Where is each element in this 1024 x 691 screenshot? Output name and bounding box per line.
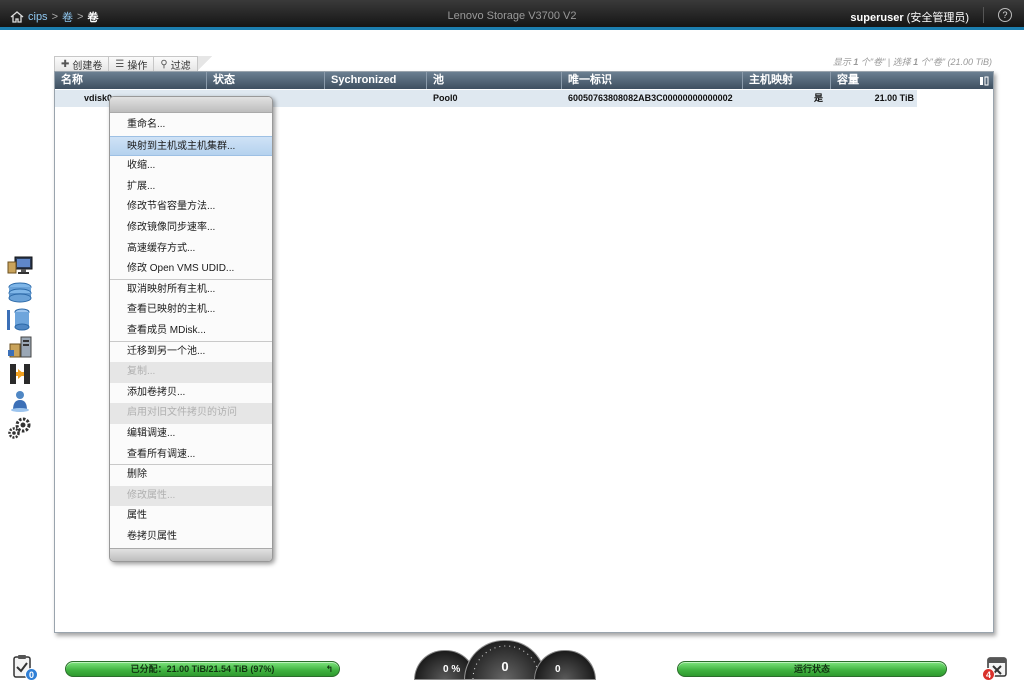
context-menu-item[interactable]: 查看已映射的主机... — [110, 300, 272, 321]
copy-services-icon[interactable] — [5, 362, 35, 386]
search-icon: ⚲ — [160, 58, 168, 70]
allocation-status-bar[interactable]: 已分配：21.00 TiB/21.54 TiB (97%) ↰ — [65, 661, 340, 677]
column-header-name[interactable]: 名称 — [55, 72, 207, 89]
column-header-synchronized[interactable]: Sychronized — [325, 72, 427, 89]
health-text: 运行状态 — [793, 664, 830, 674]
context-menu-item: 修改属性... — [110, 485, 272, 507]
monitoring-icon[interactable] — [5, 254, 35, 278]
settings-icon[interactable] — [5, 416, 35, 440]
grid-toolbar: ✚ 创建卷 ☰ 操作 ⚲ 过滤 — [54, 56, 212, 72]
list-icon: ☰ — [115, 58, 125, 70]
health-status-bar[interactable]: 运行状态 — [677, 661, 947, 677]
sidebar — [5, 254, 37, 443]
context-menu-item[interactable]: 扩展... — [110, 177, 272, 198]
cell-capacity: 21.00 TiB — [874, 93, 914, 103]
context-menu-item[interactable]: 添加卷拷贝... — [110, 383, 272, 404]
column-header-uid[interactable]: 唯一标识 — [562, 72, 743, 89]
context-menu-item[interactable]: 修改 Open VMS UDID... — [110, 259, 272, 280]
context-menu-item[interactable]: 修改节省容量方法... — [110, 197, 272, 218]
context-menu-item[interactable]: 迁移到另一个池... — [110, 342, 272, 363]
context-menu-item[interactable]: 属性 — [110, 506, 272, 527]
context-menu-item[interactable]: 编辑调速... — [110, 424, 272, 445]
filter-label: 过滤 — [170, 60, 191, 72]
bandwidth-value: 0 % — [443, 664, 461, 675]
cell-host-mapping: 是 — [813, 93, 823, 103]
divider — [983, 7, 984, 23]
context-menu-item[interactable]: 卷拷贝属性 — [110, 527, 272, 548]
allocation-threshold-icon: ↰ — [325, 664, 333, 674]
context-menu-item[interactable]: 重命名... — [110, 115, 272, 136]
column-picker-icon[interactable] — [975, 72, 993, 89]
user-name: superuser — [850, 12, 904, 24]
context-menu-item[interactable]: 查看成员 MDisk... — [110, 321, 272, 342]
context-menu-item[interactable]: 修改镜像同步速率... — [110, 218, 272, 239]
top-bar: cips > 卷 > 卷 Lenovo Storage V3700 V2 sup… — [0, 0, 1024, 30]
hosts-icon[interactable] — [5, 335, 35, 359]
context-menu-bottom — [110, 548, 272, 561]
actions-button[interactable]: ☰ 操作 — [109, 56, 155, 72]
column-header-pool[interactable]: 池 — [427, 72, 562, 89]
context-menu-item[interactable]: 查看所有调速... — [110, 445, 272, 466]
help-icon[interactable]: ? — [998, 8, 1012, 22]
column-header-capacity[interactable]: 容量 — [831, 72, 975, 89]
status-bar: 0 已分配：21.00 TiB/21.54 TiB (97%) ↰ 0 % 0 … — [0, 640, 1024, 691]
cell-pool: Pool0 — [433, 93, 458, 103]
events-count-badge: 4 — [982, 668, 995, 681]
context-menu-item[interactable]: 收缩... — [110, 156, 272, 177]
context-menu-item[interactable]: 高速缓存方式... — [110, 239, 272, 260]
context-menu-item: 启用对旧文件拷贝的访问 — [110, 403, 272, 424]
volumes-icon[interactable] — [5, 308, 35, 332]
iops-value: 0 — [501, 659, 509, 674]
actions-label: 操作 — [127, 60, 148, 72]
context-menu-item[interactable]: 映射到主机或主机集群... — [110, 135, 272, 157]
context-menu-item[interactable]: 删除 — [110, 465, 272, 486]
allocation-text: 已分配：21.00 TiB/21.54 TiB (97%) — [130, 664, 275, 674]
column-header-host-mapping[interactable]: 主机映射 — [743, 72, 831, 89]
user-menu[interactable]: superuser (安全管理员) — [850, 9, 969, 25]
pools-icon[interactable] — [5, 281, 35, 305]
context-menu-item[interactable]: 取消映射所有主机... — [110, 280, 272, 301]
filter-button[interactable]: ⚲ 过滤 — [154, 56, 198, 72]
column-header-status[interactable]: 状态 — [207, 72, 325, 89]
context-menu-items: 重命名... 映射到主机或主机集群... 收缩... 扩展... 修改节省容量方法...… — [110, 113, 272, 547]
context-menu: 重命名... 映射到主机或主机集群... 收缩... 扩展... 修改节省容量方法...… — [109, 96, 273, 562]
selection-summary: 显示 1 个"卷" | 选择 1 个"卷" (21.00 TiB) — [833, 55, 992, 68]
tasks-count-badge: 0 — [25, 668, 38, 681]
performance-gauges: 0 % 0 0 — [412, 640, 598, 680]
cell-synchronized — [325, 90, 427, 107]
selection-prefix: 显示 — [832, 57, 854, 67]
selection-mid: 个"卷" | 选择 — [858, 57, 914, 67]
selection-suffix: 个"卷" (21.00 TiB) — [918, 57, 992, 67]
context-menu-item: 复制... — [110, 362, 272, 383]
table-header: 名称 状态 Sychronized 池 唯一标识 主机映射 容量 — [55, 72, 993, 89]
toolbar-corner — [197, 56, 212, 71]
plus-icon: ✚ — [61, 58, 70, 70]
tasks-icon[interactable]: 0 — [12, 654, 38, 681]
access-icon[interactable] — [5, 389, 35, 413]
create-volume-label: 创建卷 — [72, 60, 103, 72]
context-menu-top — [110, 97, 272, 113]
create-volume-button[interactable]: ✚ 创建卷 — [54, 56, 110, 72]
cell-uid: 60050763808082AB3C00000000000002 — [568, 93, 733, 103]
latency-value: 0 — [555, 664, 561, 675]
user-role: (安全管理员) — [906, 12, 969, 24]
events-icon[interactable]: 4 — [982, 654, 1009, 681]
